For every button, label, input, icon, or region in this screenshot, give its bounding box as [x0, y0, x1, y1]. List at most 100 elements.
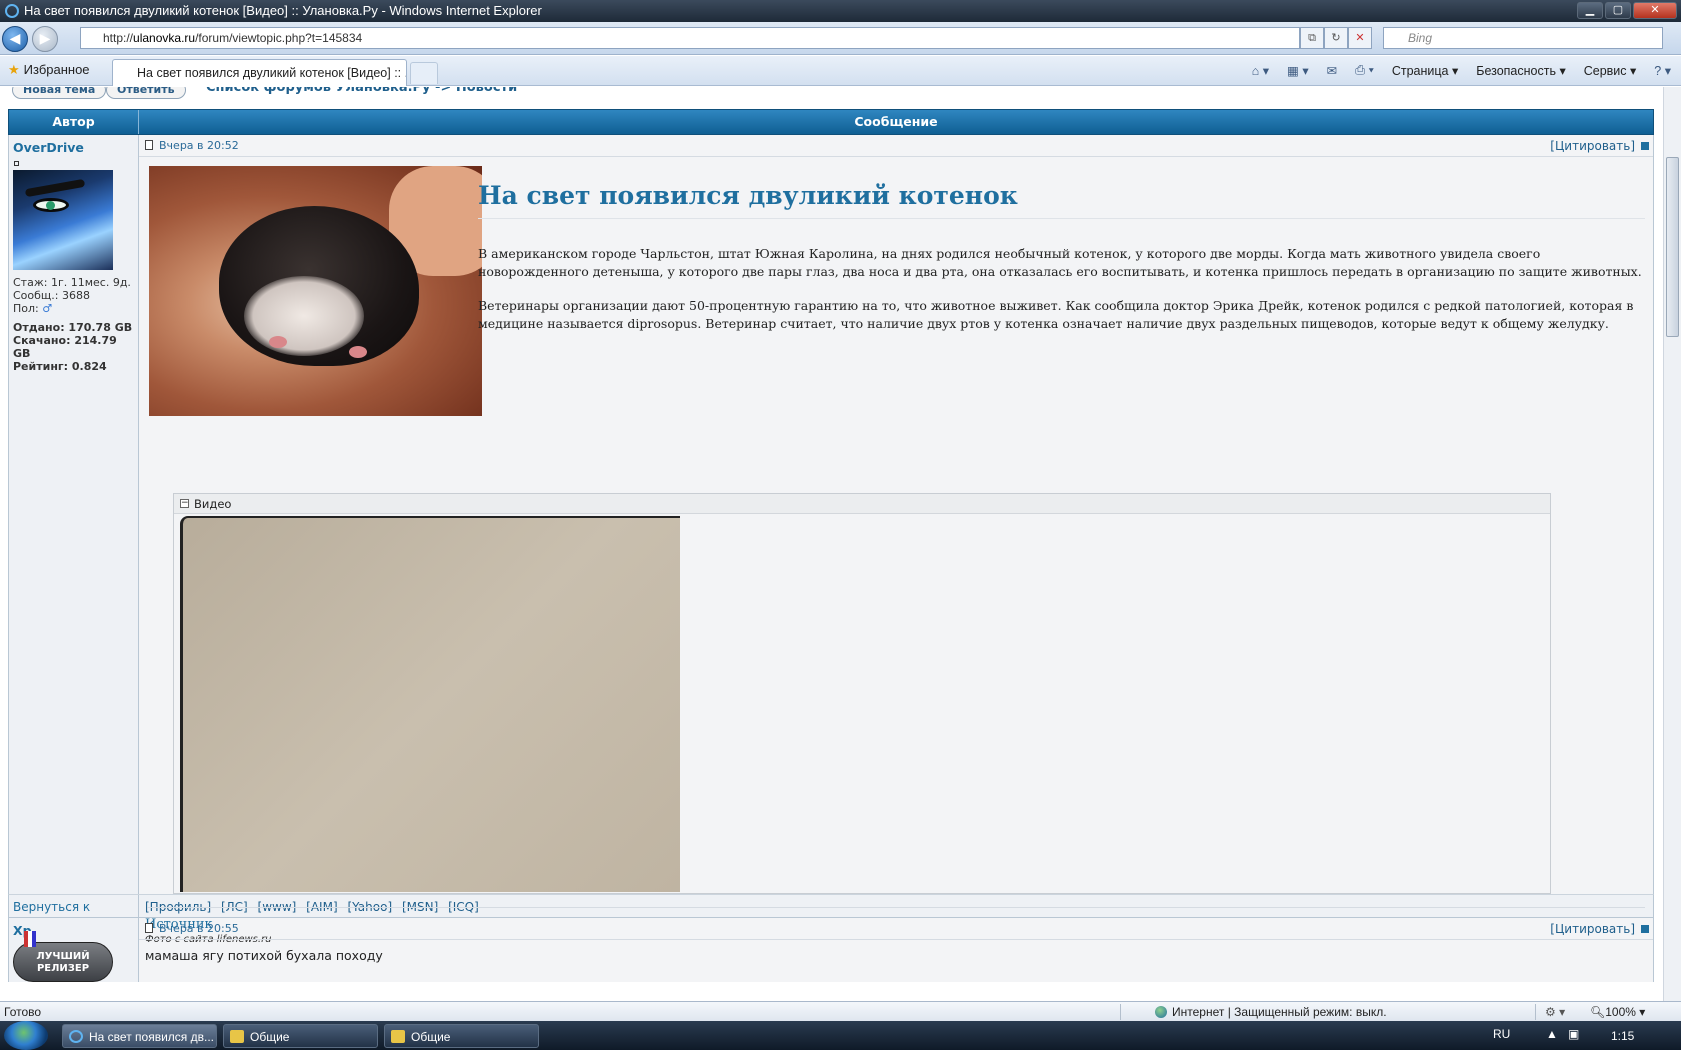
minimize-button[interactable]: ▁ — [1577, 2, 1603, 19]
gender-label: Пол: — [13, 302, 39, 315]
post-marker-icon — [1641, 142, 1649, 150]
search-input[interactable]: Bing — [1383, 27, 1663, 49]
refresh-icon[interactable]: ↻ — [1324, 27, 1348, 49]
kitten-photo — [149, 166, 482, 416]
new-tab-button[interactable] — [410, 62, 438, 84]
print-icon[interactable]: ⎙ ▾ — [1355, 63, 1374, 78]
reply-button[interactable]: Ответить — [106, 87, 186, 99]
zoom-level[interactable]: 🔍︎100% ▾ — [1590, 1005, 1645, 1019]
post-doc-icon — [145, 140, 153, 150]
url-prefix: http:// — [103, 31, 134, 45]
post-message: Вчера в 20:55 [Цитировать] мамаша ягу по… — [139, 918, 1653, 982]
post-footer: Вернуться к началу [Профиль] [ЛС] [www] … — [8, 894, 1654, 928]
close-window-button[interactable]: ✕ — [1633, 2, 1677, 19]
network-icon[interactable]: ▣ — [1568, 1027, 1579, 1041]
scrollbar-thumb[interactable] — [1666, 157, 1679, 337]
article-title: На свет появился двуликий котенок — [478, 167, 1645, 219]
help-icon[interactable]: ? ▾ — [1654, 63, 1671, 78]
post-doc-icon — [145, 923, 153, 933]
system-tray: RU ▲ ▣ 1:15 — [1381, 1021, 1681, 1050]
command-bar: ⌂ ▾ ▦ ▾ ✉ ⎙ ▾ Страница ▾ Безопасность ▾ … — [1252, 63, 1671, 78]
address-toolbar: ◀ ▶ http://ulanovka.ru/forum/viewtopic.p… — [0, 22, 1681, 55]
forward-button[interactable]: ▶ — [32, 26, 58, 52]
taskbar-item[interactable]: Общие — [223, 1024, 378, 1048]
article: На свет появился двуликий котенок В амер… — [478, 167, 1645, 333]
breadcrumb[interactable]: Список форумов Улановка.Ру -> Новости — [206, 87, 517, 95]
status-text: Готово — [4, 1005, 42, 1019]
window-title: На свет появился двуликий котенок [Видео… — [24, 3, 542, 18]
quote-button[interactable]: [Цитировать] — [1550, 922, 1635, 936]
post: OverDrive Стаж: 1г. 11мес. 9д. Сообщ.: 3… — [8, 135, 1654, 945]
post-author-name[interactable]: OverDrive — [13, 140, 134, 155]
clock[interactable]: 1:15 — [1611, 1029, 1634, 1043]
address-input[interactable]: http://ulanovka.ru/forum/viewtopic.php?t… — [80, 27, 1300, 49]
video-player[interactable] — [180, 516, 680, 892]
author-gender: Пол: ♂ — [13, 302, 134, 315]
author-rating: Рейтинг: 0.824 — [13, 360, 107, 373]
quote-button[interactable]: [Цитировать] — [1550, 139, 1635, 153]
taskbar-item-label: Общие — [250, 1030, 290, 1044]
profile-links[interactable]: [Профиль] [ЛС] [www] [AIM] [Yahoo] [MSN]… — [139, 895, 1653, 917]
post-time[interactable]: Вчера в 20:52 — [159, 139, 239, 152]
window-controls: ▁ ▢ ✕ — [1577, 2, 1677, 19]
address-actions: ⧉ ↻ ✕ — [1300, 27, 1372, 49]
post-header: Вчера в 20:52 [Цитировать] — [139, 135, 1653, 157]
start-button[interactable] — [4, 1021, 48, 1050]
back-to-top-link[interactable]: Вернуться к началу — [9, 895, 139, 928]
ie-icon — [69, 1030, 83, 1043]
maximize-button[interactable]: ▢ — [1605, 2, 1631, 19]
favorites-button[interactable]: ★ Избранное — [8, 62, 90, 78]
posts-table-header: Автор Сообщение — [8, 109, 1654, 135]
forum-topic: Новая тема Ответить Список форумов Улано… — [8, 87, 1654, 982]
safety-menu[interactable]: Безопасность ▾ — [1476, 63, 1566, 78]
topic-buttons: Новая тема Ответить Список форумов Улано… — [8, 87, 1654, 109]
author-uploaded: Отдано: 170.78 GB — [13, 321, 133, 334]
url-path: /forum/viewtopic.php?t=145834 — [195, 31, 363, 45]
compatibility-icon[interactable]: ⧉ — [1300, 27, 1324, 49]
back-button[interactable]: ◀ — [2, 26, 28, 52]
col-message: Сообщение — [854, 114, 938, 129]
taskbar-item-label: На свет появился дв... — [89, 1030, 214, 1044]
post-marker-icon — [1641, 925, 1649, 933]
taskbar-item[interactable]: Общие — [384, 1024, 539, 1048]
home-icon[interactable]: ⌂ ▾ — [1252, 63, 1269, 78]
author-messages: Сообщ.: 3688 — [13, 289, 90, 302]
tray-arrow-icon[interactable]: ▲ — [1546, 1027, 1558, 1041]
language-indicator[interactable]: RU — [1493, 1027, 1510, 1041]
divider — [147, 907, 1645, 908]
feeds-icon[interactable]: ▦ ▾ — [1287, 63, 1309, 78]
author-downloaded: Скачано: 214.79 GB — [13, 334, 117, 360]
avatar — [13, 170, 113, 270]
collapse-icon: − — [180, 498, 189, 508]
safety-menu-label: Безопасность — [1476, 64, 1556, 78]
tab-active[interactable]: На свет появился двуликий котенок [Видео… — [112, 59, 407, 86]
post-time[interactable]: Вчера в 20:55 — [159, 922, 239, 935]
taskbar-item-label: Общие — [411, 1030, 451, 1044]
vertical-scrollbar[interactable] — [1663, 87, 1681, 1001]
post-body: На свет появился двуликий котенок В амер… — [139, 157, 1653, 945]
article-paragraph-1: В американском городе Чарльстон, штат Юж… — [478, 246, 1642, 279]
spoiler-toggle[interactable]: − Видео — [174, 494, 1550, 514]
stop-icon[interactable]: ✕ — [1348, 27, 1372, 49]
author-tenure: Стаж: 1г. 11мес. 9д. — [13, 276, 131, 289]
post: Xp ЛУЧШИЙ РЕЛИЗЕР Вчера в 20:55 [Цитиров… — [8, 918, 1654, 982]
protected-mode-icon[interactable]: ⚙ ▾ — [1545, 1005, 1565, 1019]
best-releaser-badge: ЛУЧШИЙ РЕЛИЗЕР — [13, 931, 113, 982]
post-text: мамаша ягу потихой бухала походу — [145, 948, 383, 963]
page-menu[interactable]: Страница ▾ — [1392, 63, 1458, 78]
video-spoiler: − Видео — [173, 493, 1551, 894]
taskbar-item[interactable]: На свет появился дв... — [62, 1024, 217, 1048]
new-topic-button[interactable]: Новая тема — [12, 87, 107, 99]
mail-icon[interactable]: ✉ — [1327, 63, 1337, 78]
tools-menu[interactable]: Сервис ▾ — [1584, 63, 1637, 78]
star-icon: ★ — [8, 62, 20, 77]
security-zone[interactable]: Интернет | Защищенный режим: выкл. — [1155, 1005, 1387, 1019]
spoiler-label: Видео — [194, 497, 232, 511]
post-message: Вчера в 20:52 [Цитировать] На свет появи… — [139, 135, 1653, 945]
post-author-panel: OverDrive Стаж: 1г. 11мес. 9д. Сообщ.: 3… — [9, 135, 139, 894]
article-paragraph-2: Ветеринары организации дают 50-процентну… — [478, 298, 1634, 331]
male-icon: ♂ — [42, 302, 53, 315]
status-bar: Готово Интернет | Защищенный режим: выкл… — [0, 1001, 1681, 1021]
col-author: Автор — [9, 110, 139, 134]
post-author-panel: Xp ЛУЧШИЙ РЕЛИЗЕР — [9, 918, 139, 982]
